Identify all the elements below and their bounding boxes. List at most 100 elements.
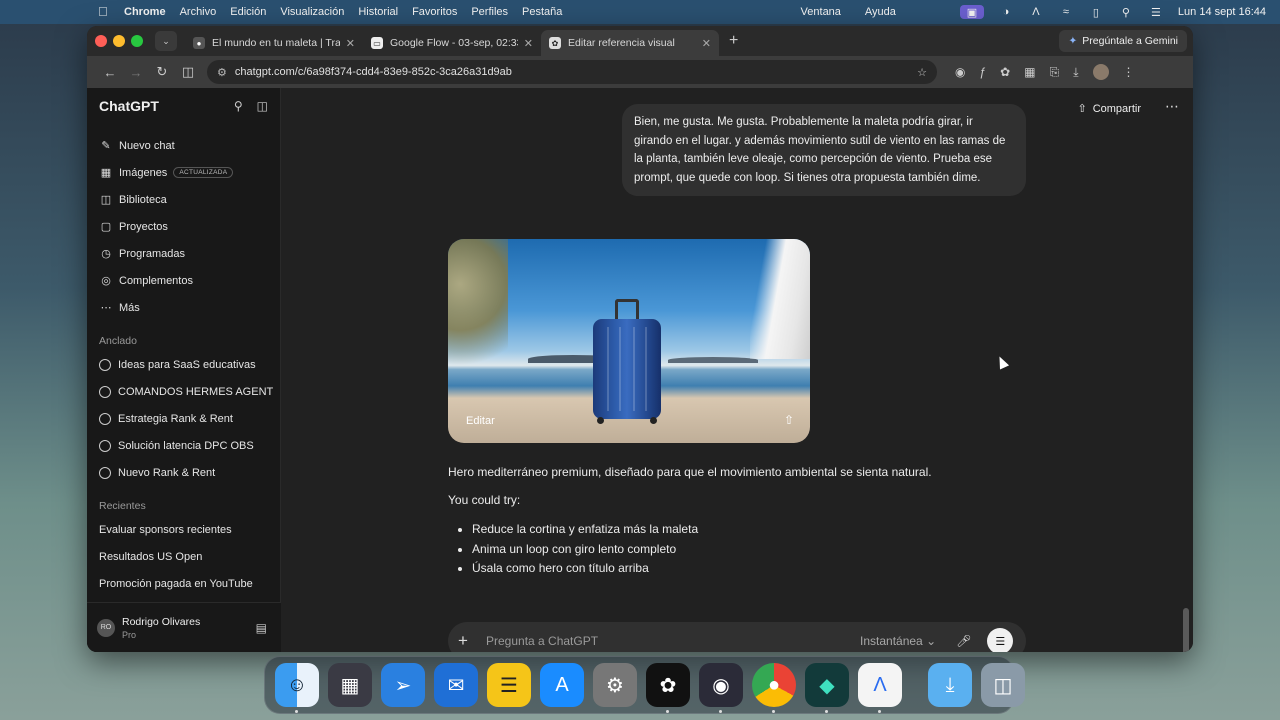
microphone-icon[interactable]: 🎤︎ bbox=[956, 634, 971, 648]
downloads-folder-icon[interactable]: ⤓ bbox=[928, 663, 972, 707]
split-view-icon[interactable]: ◫ bbox=[175, 64, 201, 80]
menubar-clock[interactable]: Lun 14 sept 16:44 bbox=[1178, 6, 1266, 18]
sidebar-item-new-chat[interactable]: ✎ Nuevo chat bbox=[87, 132, 280, 159]
trash-icon[interactable]: ◫ bbox=[981, 663, 1025, 707]
finder-icon[interactable]: ☺ bbox=[275, 663, 319, 713]
menu-app-name[interactable]: Chrome bbox=[124, 6, 166, 18]
menu-ayuda[interactable]: Ayuda bbox=[865, 6, 896, 18]
sidebar-item-library[interactable]: ◫ Biblioteca bbox=[87, 186, 280, 213]
recent-chat-item[interactable]: Resultados US Open bbox=[87, 543, 280, 570]
filmora-icon[interactable]: ◆ bbox=[805, 663, 849, 713]
sidebar-item-scheduled[interactable]: ◷ Programadas bbox=[87, 240, 280, 267]
download-icon[interactable]: ⤓ bbox=[1073, 65, 1078, 80]
profile-avatar[interactable] bbox=[1092, 64, 1109, 80]
apple-icon[interactable]:  bbox=[98, 5, 112, 19]
edit-image-button[interactable]: Editar bbox=[466, 415, 495, 427]
font-extension-icon[interactable]: ƒ bbox=[979, 65, 986, 79]
voice-mode-icon[interactable]: ☰ bbox=[987, 628, 1014, 652]
puzzle-icon[interactable]: ⎘ bbox=[1050, 65, 1060, 80]
forward-arrow-icon[interactable]: → bbox=[123, 65, 149, 80]
close-window-button[interactable] bbox=[95, 35, 107, 47]
mail-icon[interactable]: ✉ bbox=[434, 663, 478, 707]
sidebar-toggle-icon[interactable]: ◫ bbox=[257, 99, 268, 113]
menu-pestana[interactable]: Pestaña bbox=[522, 6, 562, 18]
app-store-icon[interactable]: A bbox=[540, 663, 584, 707]
vpn-icon[interactable]: Λ bbox=[1028, 5, 1044, 19]
pinned-chat-item[interactable]: Solución latencia DPC OBS bbox=[87, 432, 280, 459]
notes-icon[interactable]: ☰ bbox=[487, 663, 531, 707]
chrome-menu-icon[interactable]: ⋮ bbox=[1123, 65, 1135, 79]
close-tab-icon[interactable]: ✕ bbox=[702, 37, 711, 50]
spotlight-search-icon[interactable]: ⚲ bbox=[1118, 5, 1134, 19]
folder-icon: ▢ bbox=[100, 221, 112, 233]
tab-google-flow[interactable]: ▭ Google Flow - 03-sep, 02:33 ✕ bbox=[363, 30, 541, 56]
battery-icon[interactable]: ▯ bbox=[1088, 5, 1104, 19]
camera-extension-icon[interactable]: ◉ bbox=[955, 65, 965, 79]
menu-historial[interactable]: Historial bbox=[358, 6, 398, 18]
menu-archivo[interactable]: Archivo bbox=[180, 6, 217, 18]
chrome-icon[interactable]: ● bbox=[752, 663, 796, 713]
browser-toolbar: ← → ↻ ◫ ⚙ chatgpt.com/c/6a98f374-cdd4-83… bbox=[87, 56, 1193, 88]
pinned-chat-item[interactable]: Estrategia Rank & Rent bbox=[87, 405, 280, 432]
sidebar-item-plugins[interactable]: ◎ Complementos bbox=[87, 267, 280, 294]
menu-edicion[interactable]: Edición bbox=[230, 6, 266, 18]
recent-chat-label: Resultados US Open bbox=[99, 550, 203, 563]
address-url[interactable]: chatgpt.com/c/6a98f374-cdd4-83e9-852c-3c… bbox=[235, 66, 512, 78]
wifi-icon[interactable]: ≈ bbox=[1058, 5, 1074, 19]
site-info-icon[interactable]: ⚙ bbox=[217, 66, 227, 79]
reload-icon[interactable]: ↻ bbox=[149, 64, 175, 80]
sidebar-item-label: Proyectos bbox=[119, 220, 168, 233]
menu-ventana[interactable]: Ventana bbox=[801, 6, 841, 18]
address-bar[interactable]: ⚙ chatgpt.com/c/6a98f374-cdd4-83e9-852c-… bbox=[207, 60, 937, 84]
safari-icon[interactable]: ➢ bbox=[381, 663, 425, 707]
share-image-icon[interactable]: ⇧ bbox=[784, 413, 794, 427]
sidebar-item-more[interactable]: ⋯ Más bbox=[87, 294, 280, 321]
close-tab-icon[interactable]: ✕ bbox=[524, 37, 533, 50]
tab-travel[interactable]: ● El mundo en tu maleta | Trave ✕ bbox=[185, 30, 363, 56]
user-profile[interactable]: RO Rodrigo Olivares Pro ▤ bbox=[87, 602, 281, 652]
new-tab-icon[interactable]: + bbox=[729, 32, 738, 50]
scrollbar[interactable] bbox=[1183, 608, 1189, 652]
share-button[interactable]: ⇧ Compartir bbox=[1077, 102, 1141, 116]
sidebar-item-projects[interactable]: ▢ Proyectos bbox=[87, 213, 280, 240]
back-arrow-icon[interactable]: ← bbox=[97, 65, 123, 80]
obs-icon[interactable]: ◉ bbox=[699, 663, 743, 713]
system-settings-icon[interactable]: ⚙ bbox=[593, 663, 637, 707]
sync-icon[interactable]: ◑ bbox=[998, 5, 1014, 19]
menu-visualizacion[interactable]: Visualización bbox=[280, 6, 344, 18]
sidebar-item-label: Complementos bbox=[119, 274, 193, 287]
menu-perfiles[interactable]: Perfiles bbox=[471, 6, 508, 18]
browser-window: ⌄ ● El mundo en tu maleta | Trave ✕ ▭ Go… bbox=[87, 26, 1193, 652]
add-attachment-icon[interactable]: + bbox=[458, 631, 478, 651]
chatgpt-app-icon[interactable]: ✿ bbox=[646, 663, 690, 713]
arc-icon[interactable]: Λ bbox=[858, 663, 902, 713]
pinned-chat-item[interactable]: Nuevo Rank & Rent bbox=[87, 459, 280, 486]
launchpad-icon[interactable]: ▦ bbox=[328, 663, 372, 707]
extension-icon[interactable]: ▦ bbox=[1024, 65, 1035, 79]
recent-chat-item[interactable]: Evaluar sponsors recientes bbox=[87, 516, 280, 543]
model-label: Instantánea bbox=[860, 634, 923, 648]
assistant-intro: Hero mediterráneo premium, diseñado para… bbox=[448, 465, 932, 479]
chatgpt-extension-icon[interactable]: ✿ bbox=[1000, 65, 1010, 79]
minimize-window-button[interactable] bbox=[113, 35, 125, 47]
codex-icon[interactable]: ▤ bbox=[256, 621, 267, 635]
close-tab-icon[interactable]: ✕ bbox=[346, 37, 355, 50]
bookmark-star-icon[interactable]: ☆ bbox=[917, 66, 927, 79]
more-options-icon[interactable]: ⋯ bbox=[1165, 98, 1179, 115]
ask-gemini-button[interactable]: ✦ Pregúntale a Gemini bbox=[1059, 30, 1187, 52]
menu-favoritos[interactable]: Favoritos bbox=[412, 6, 457, 18]
screen-record-icon[interactable]: ▣ bbox=[959, 5, 984, 19]
recent-chat-item[interactable]: Promoción pagada en YouTube bbox=[87, 570, 280, 597]
generated-image[interactable]: Editar ⇧ bbox=[448, 239, 810, 443]
prompt-input[interactable] bbox=[486, 634, 846, 648]
search-icon[interactable]: ⚲ bbox=[234, 99, 243, 113]
tab-search-chevron-icon[interactable]: ⌄ bbox=[155, 31, 177, 51]
control-center-icon[interactable]: ☰ bbox=[1148, 5, 1164, 19]
pinned-chat-item[interactable]: COMANDOS HERMES AGENT bbox=[87, 378, 280, 405]
model-selector[interactable]: Instantánea ⌄ bbox=[860, 634, 936, 648]
fullscreen-window-button[interactable] bbox=[131, 35, 143, 47]
chatgpt-logo[interactable]: ChatGPT bbox=[99, 98, 159, 114]
sidebar-item-images[interactable]: ▦ Imágenes ACTUALIZADA bbox=[87, 159, 280, 186]
pinned-chat-item[interactable]: Ideas para SaaS educativas bbox=[87, 351, 280, 378]
tab-chatgpt[interactable]: ✿ Editar referencia visual ✕ bbox=[541, 30, 719, 56]
